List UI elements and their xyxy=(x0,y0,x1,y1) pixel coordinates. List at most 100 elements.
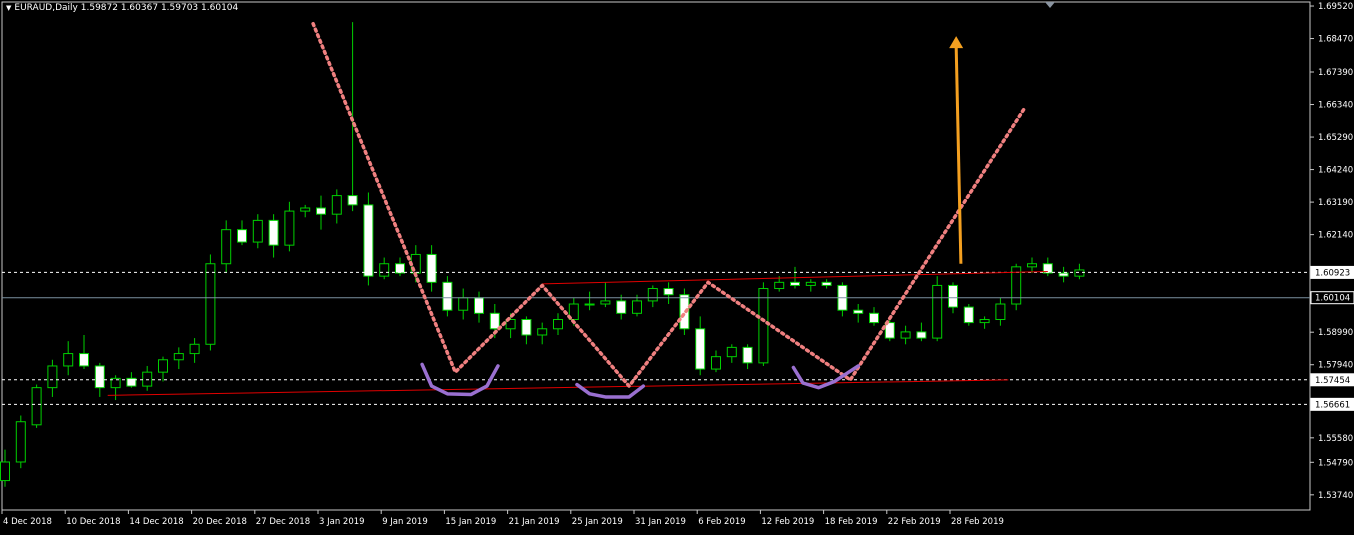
candle-bull[interactable] xyxy=(1027,263,1037,268)
x-axis-tick-label: 18 Feb 2019 xyxy=(825,517,878,527)
price-label-text: 1.56661 xyxy=(1315,400,1350,410)
candle-bull[interactable] xyxy=(537,328,548,336)
price-label-text: 1.57454 xyxy=(1315,376,1350,386)
x-axis-tick-label: 4 Dec 2018 xyxy=(3,517,52,527)
y-axis-tick-label: 1.65290 xyxy=(1318,133,1353,143)
y-axis-tick-label: 1.63190 xyxy=(1318,198,1353,208)
x-axis-tick-label: 15 Jan 2019 xyxy=(445,517,496,527)
chart-shift-marker-icon[interactable] xyxy=(1045,2,1055,8)
candle-bull[interactable] xyxy=(15,421,26,463)
candle-bear[interactable] xyxy=(695,328,706,370)
candle-bull[interactable] xyxy=(331,195,342,215)
candle-bear[interactable] xyxy=(363,204,374,277)
y-axis-tick-label: 1.53740 xyxy=(1318,491,1353,501)
candle-bear[interactable] xyxy=(948,284,958,308)
x-axis-tick-label: 20 Dec 2018 xyxy=(193,517,247,527)
x-axis-tick-label: 28 Feb 2019 xyxy=(951,517,1004,527)
candle-bull[interactable] xyxy=(774,281,785,290)
y-axis-tick-label: 1.55580 xyxy=(1318,434,1353,444)
y-axis-tick-label: 1.62140 xyxy=(1318,231,1353,241)
candle-bull[interactable] xyxy=(173,353,184,361)
caret-down-icon[interactable]: ▼ xyxy=(6,4,11,12)
x-axis-tick-label: 22 Feb 2019 xyxy=(888,517,941,527)
candle-bear[interactable] xyxy=(963,306,974,324)
candle-bear[interactable] xyxy=(474,297,484,314)
candle-bear[interactable] xyxy=(79,353,89,367)
price-label-text: 1.60104 xyxy=(1315,294,1350,304)
open-value: 1.59872 xyxy=(80,3,118,13)
candle-bull[interactable] xyxy=(647,288,658,302)
candle-bear[interactable] xyxy=(1058,272,1069,277)
symbol-label: EURAUD,Daily xyxy=(14,3,78,13)
projection-arrow-shaft[interactable] xyxy=(954,46,963,264)
candle-bull[interactable] xyxy=(553,319,563,330)
y-axis-tick-label: 1.57940 xyxy=(1318,361,1353,371)
projection-arrow-head-icon[interactable] xyxy=(949,36,964,49)
low-value: 1.59703 xyxy=(160,3,199,13)
candle-bull[interactable] xyxy=(632,300,642,314)
candle-bull[interactable] xyxy=(189,343,200,355)
candle-bull[interactable] xyxy=(900,331,911,339)
x-axis-tick-label: 12 Feb 2019 xyxy=(761,517,814,527)
x-axis-tick-label: 27 Dec 2018 xyxy=(256,517,310,527)
trendline[interactable] xyxy=(107,379,1009,396)
candle-bull[interactable] xyxy=(805,281,816,286)
candle-bear[interactable] xyxy=(790,281,800,286)
candle-bull[interactable] xyxy=(758,288,769,364)
candle-bear[interactable] xyxy=(94,365,105,389)
x-axis-tick-label: 21 Jan 2019 xyxy=(509,517,560,527)
candle-bear[interactable] xyxy=(916,331,927,339)
y-axis-tick-label: 1.58990 xyxy=(1318,328,1353,338)
x-axis-tick-label: 10 Dec 2018 xyxy=(66,517,120,527)
candle-bull[interactable] xyxy=(711,356,721,370)
candle-bull[interactable] xyxy=(221,229,232,265)
y-axis-tick-label: 1.68470 xyxy=(1318,35,1353,45)
candle-bull[interactable] xyxy=(158,359,168,373)
y-axis-tick-label: 1.64240 xyxy=(1318,166,1353,176)
candle-bull[interactable] xyxy=(600,300,611,305)
candle-bull[interactable] xyxy=(458,297,469,311)
candle-bear[interactable] xyxy=(489,312,500,330)
candle-bear[interactable] xyxy=(268,219,279,246)
candle-bear[interactable] xyxy=(521,319,532,336)
chart-header: ▼ EURAUD,Daily 1.59872 1.60367 1.59703 1.… xyxy=(6,3,238,13)
candle-bear[interactable] xyxy=(616,300,627,314)
candle-bull[interactable] xyxy=(995,303,1006,321)
candle-bear[interactable] xyxy=(821,281,832,286)
plot-frame xyxy=(1,1,1311,511)
candle-bull[interactable] xyxy=(47,365,58,389)
candlestick-chart[interactable]: 1.69520 1.68470 1.67390 1.66340 1.65290 1.642… xyxy=(0,0,1354,531)
candle-bear[interactable] xyxy=(442,281,453,311)
candle-bear[interactable] xyxy=(426,253,437,283)
candle-bear[interactable] xyxy=(237,229,247,243)
candle-bear[interactable] xyxy=(869,312,879,324)
candle-bull[interactable] xyxy=(142,371,153,387)
chart-window[interactable]: 1.69520 1.68470 1.67390 1.66340 1.65290 1.642… xyxy=(0,0,1354,531)
price-label-text: 1.60923 xyxy=(1315,268,1350,278)
candle-bull[interactable] xyxy=(1074,269,1085,277)
candle-bull[interactable] xyxy=(932,284,943,339)
candle-bear[interactable] xyxy=(742,346,753,364)
candle-bear[interactable] xyxy=(663,288,674,296)
x-axis-tick-label: 3 Jan 2019 xyxy=(319,517,365,527)
candle-bear[interactable] xyxy=(316,207,326,215)
candle-bear[interactable] xyxy=(853,309,864,314)
candle-bear[interactable] xyxy=(395,263,405,274)
x-axis-tick-label: 6 Feb 2019 xyxy=(698,517,746,527)
candle-bull[interactable] xyxy=(0,461,10,482)
candle-bull[interactable] xyxy=(726,346,737,358)
candle-bull[interactable] xyxy=(205,263,216,345)
candle-bull[interactable] xyxy=(31,387,42,426)
candle-bull[interactable] xyxy=(252,219,263,243)
candle-bull[interactable] xyxy=(979,319,990,324)
x-axis-tick-label: 9 Jan 2019 xyxy=(382,517,428,527)
candle-bull[interactable] xyxy=(284,210,295,246)
x-axis-tick-label: 25 Jan 2019 xyxy=(572,517,623,527)
high-value: 1.60367 xyxy=(120,3,159,13)
candle-bear[interactable] xyxy=(347,195,358,206)
candle-bull[interactable] xyxy=(300,207,311,212)
candle-bull[interactable] xyxy=(584,303,595,306)
y-axis-tick-label: 1.54790 xyxy=(1318,458,1353,468)
candle-bull[interactable] xyxy=(379,263,390,277)
candle-bull[interactable] xyxy=(63,353,74,367)
